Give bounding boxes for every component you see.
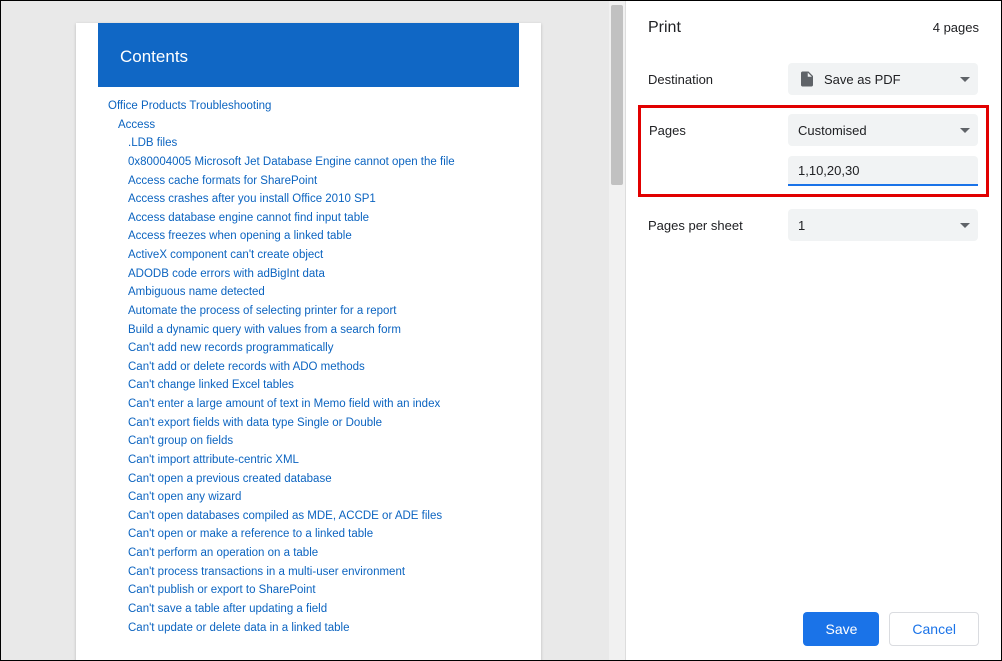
toc-link[interactable]: Access cache formats for SharePoint xyxy=(128,175,317,187)
chevron-down-icon xyxy=(960,223,970,228)
toc-link[interactable]: Can't enter a large amount of text in Me… xyxy=(128,398,440,410)
pages-highlight: Pages Customised xyxy=(638,105,989,197)
toc-link[interactable]: Access crashes after you install Office … xyxy=(128,193,376,205)
print-settings-panel: Print 4 pages Destination Save as PDF Pa… xyxy=(625,1,1001,660)
toc-link[interactable]: Can't perform an operation on a table xyxy=(128,547,318,559)
toc-link[interactable]: Can't change linked Excel tables xyxy=(128,379,294,391)
toc-link[interactable]: Can't open databases compiled as MDE, AC… xyxy=(128,510,442,522)
pages-per-sheet-label: Pages per sheet xyxy=(648,218,788,233)
toc-link[interactable]: Can't open any wizard xyxy=(128,491,241,503)
destination-label: Destination xyxy=(648,72,788,87)
toc-link[interactable]: .LDB files xyxy=(128,137,177,149)
toc-link[interactable]: Automate the process of selecting printe… xyxy=(128,305,396,317)
toc-link[interactable]: Office Products Troubleshooting xyxy=(108,100,271,112)
toc-link[interactable]: Ambiguous name detected xyxy=(128,286,265,298)
pages-per-sheet-select[interactable]: 1 xyxy=(788,209,978,241)
cancel-button[interactable]: Cancel xyxy=(889,612,979,646)
toc-link[interactable]: Build a dynamic query with values from a… xyxy=(128,324,401,336)
toc-link[interactable]: Can't process transactions in a multi-us… xyxy=(128,566,405,578)
scrollbar-thumb[interactable] xyxy=(611,5,623,185)
preview-scrollbar[interactable] xyxy=(609,1,625,660)
print-preview-area: Contents Office Products Troubleshooting… xyxy=(1,1,625,660)
chevron-down-icon xyxy=(960,77,970,82)
toc-link[interactable]: Can't publish or export to SharePoint xyxy=(128,584,316,596)
pages-mode-value: Customised xyxy=(798,123,960,138)
toc-link[interactable]: Can't add new records programmatically xyxy=(128,342,333,354)
toc-link[interactable]: Can't open a previous created database xyxy=(128,473,332,485)
pdf-file-icon xyxy=(798,70,816,88)
page-count: 4 pages xyxy=(933,20,979,35)
contents-header: Contents xyxy=(98,23,519,87)
toc-link[interactable]: Access xyxy=(118,119,155,131)
pages-input[interactable] xyxy=(788,156,978,186)
save-button[interactable]: Save xyxy=(803,612,879,646)
table-of-contents: Office Products Troubleshooting Access .… xyxy=(76,97,541,637)
toc-link[interactable]: Access freezes when opening a linked tab… xyxy=(128,230,352,242)
toc-link[interactable]: ADODB code errors with adBigInt data xyxy=(128,268,325,280)
toc-link[interactable]: Can't update or delete data in a linked … xyxy=(128,622,350,634)
pages-per-sheet-value: 1 xyxy=(798,218,960,233)
toc-link[interactable]: ActiveX component can't create object xyxy=(128,249,323,261)
toc-link[interactable]: Can't open or make a reference to a link… xyxy=(128,528,373,540)
toc-link[interactable]: Access database engine cannot find input… xyxy=(128,212,369,224)
toc-link[interactable]: 0x80004005 Microsoft Jet Database Engine… xyxy=(128,156,455,168)
destination-value: Save as PDF xyxy=(824,72,960,87)
panel-title: Print xyxy=(648,19,681,37)
toc-link[interactable]: Can't group on fields xyxy=(128,435,233,447)
pages-label: Pages xyxy=(649,123,788,138)
preview-page: Contents Office Products Troubleshooting… xyxy=(76,23,541,660)
toc-link[interactable]: Can't import attribute-centric XML xyxy=(128,454,299,466)
toc-link[interactable]: Can't add or delete records with ADO met… xyxy=(128,361,365,373)
toc-link[interactable]: Can't export fields with data type Singl… xyxy=(128,417,382,429)
chevron-down-icon xyxy=(960,128,970,133)
pages-mode-select[interactable]: Customised xyxy=(788,114,978,146)
toc-link[interactable]: Can't save a table after updating a fiel… xyxy=(128,603,327,615)
destination-select[interactable]: Save as PDF xyxy=(788,63,978,95)
